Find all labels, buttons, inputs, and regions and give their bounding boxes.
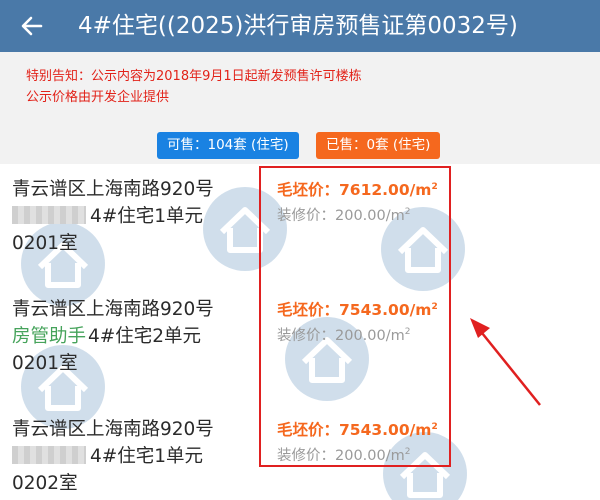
redacted-text [12,206,86,224]
available-count-badge[interactable]: 可售：104套 (住宅) [157,132,299,159]
back-button[interactable] [14,8,50,44]
notice-line-2: 公示价格由开发企业提供 [26,90,170,105]
address-street: 青云谱区上海南路920号 [12,299,214,320]
page-title: 4#住宅((2025)洪行审房预售证第0032号) [78,13,518,39]
address-building: 房管助手 4#住宅2单元 [12,323,262,350]
building-unit: 4#住宅1单元 [90,206,204,227]
address-street: 青云谱区上海南路920号 [12,419,214,440]
price-highlight-box [259,166,451,467]
red-arrow-icon [470,318,541,406]
sold-count-badge[interactable]: 已售：0套 (住宅) [316,132,441,159]
address-building: 4#住宅1单元 [12,203,262,230]
address-room: 0201室 [12,233,78,254]
unit-address: 青云谱区上海南路920号 房管助手 4#住宅2单元 0201室 [12,296,262,377]
redacted-text [12,446,86,464]
building-unit: 4#住宅2单元 [88,326,202,347]
address-building: 4#住宅1单元 [12,443,262,470]
address-room: 0201室 [12,353,78,374]
notice-line-1: 特别告知：公示内容为2018年9月1日起新发预售许可楼栋 [26,69,362,84]
app-header: 4#住宅((2025)洪行审房预售证第0032号) [0,0,600,52]
address-street: 青云谱区上海南路920号 [12,179,214,200]
arrow-left-icon [21,16,43,36]
notice-text: 特别告知：公示内容为2018年9月1日起新发预售许可楼栋 公示价格由开发企业提供 [26,66,362,108]
address-room: 0202室 [12,473,78,494]
unit-address: 青云谱区上海南路920号 4#住宅1单元 0201室 [12,176,262,257]
notice-panel: 特别告知：公示内容为2018年9月1日起新发预售许可楼栋 公示价格由开发企业提供… [0,52,600,164]
watermark-tag: 房管助手 [12,326,87,347]
building-unit: 4#住宅1单元 [90,446,204,467]
unit-address: 青云谱区上海南路920号 4#住宅1单元 0202室 [12,416,262,497]
